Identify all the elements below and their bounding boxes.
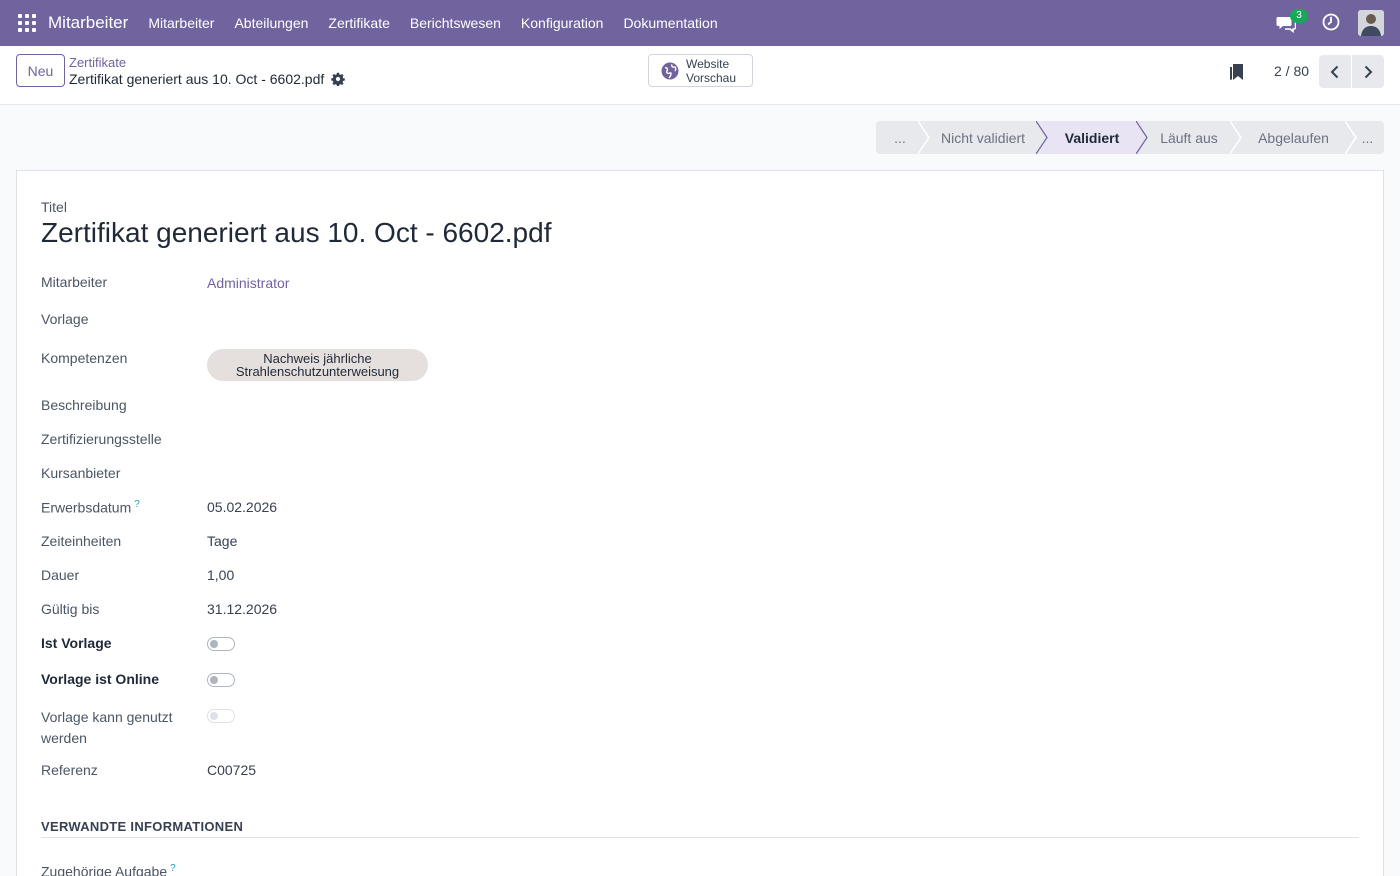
beschreibung-field[interactable] <box>207 397 507 415</box>
app-grid-icon[interactable] <box>18 14 36 32</box>
dauer-field[interactable]: 1,00 <box>207 567 234 583</box>
menu-mitarbeiter[interactable]: Mitarbeiter <box>138 15 224 31</box>
vorlage-online-toggle[interactable] <box>207 673 235 687</box>
status-bar: ... Nicht validiert Validiert Läuft aus … <box>876 121 1384 154</box>
vorlage-online-label: Vorlage ist Online <box>41 671 159 687</box>
status-stage-validiert[interactable]: Validiert <box>1042 121 1142 154</box>
zugehoerige-aufgabe-label: Zugehörige Aufgabe? <box>41 863 176 876</box>
help-tooltip-icon[interactable]: ? <box>134 499 140 510</box>
chevron-right-icon <box>1364 65 1373 78</box>
section-divider <box>41 837 1359 838</box>
help-tooltip-icon[interactable]: ? <box>170 863 176 874</box>
gear-icon[interactable] <box>331 72 346 86</box>
vorlage-genutzt-toggle <box>207 709 235 723</box>
bookmark-icon[interactable] <box>1229 63 1245 81</box>
website-preview-label: Website Vorschau <box>686 56 737 85</box>
title-field[interactable]: Zertifikat generiert aus 10. Oct - 6602.… <box>41 217 551 249</box>
pager-previous-button[interactable] <box>1319 55 1351 88</box>
referenz-label: Referenz <box>41 762 98 778</box>
ist-vorlage-label: Ist Vorlage <box>41 635 112 651</box>
main-menu: Mitarbeiter Abteilungen Zertifikate Beri… <box>138 15 727 31</box>
stage-separator <box>1230 121 1242 154</box>
stage-separator <box>1345 121 1357 154</box>
stage-separator <box>1036 121 1048 154</box>
status-stage-nicht-validiert[interactable]: Nicht validiert <box>924 121 1042 154</box>
activity-button[interactable] <box>1322 13 1342 33</box>
status-stage-abgelaufen[interactable]: Abgelaufen <box>1236 121 1351 154</box>
menu-berichtswesen[interactable]: Berichtswesen <box>400 15 511 31</box>
zeiteinheiten-field[interactable]: Tage <box>207 533 237 549</box>
clock-icon <box>1322 13 1340 31</box>
form-sheet: Titel Zertifikat generiert aus 10. Oct -… <box>16 170 1384 876</box>
menu-konfiguration[interactable]: Konfiguration <box>511 15 614 31</box>
beschreibung-label: Beschreibung <box>41 397 127 413</box>
erwerbsdatum-field[interactable]: 05.02.2026 <box>207 499 277 515</box>
website-preview-button[interactable]: Website Vorschau <box>648 54 753 87</box>
kursanbieter-label: Kursanbieter <box>41 465 121 481</box>
pager-value[interactable]: 2 / 80 <box>1274 63 1309 79</box>
dauer-label: Dauer <box>41 567 80 583</box>
messaging-button[interactable]: 3 <box>1276 9 1308 35</box>
mitarbeiter-label: Mitarbeiter <box>41 274 108 290</box>
status-stage-more-left[interactable]: ... <box>876 121 924 154</box>
stage-separator <box>1136 121 1148 154</box>
zertifizierungsstelle-field[interactable] <box>207 431 507 449</box>
menu-dokumentation[interactable]: Dokumentation <box>613 15 727 31</box>
section-title-verwandte-informationen: VERWANDTE INFORMATIONEN <box>41 819 244 834</box>
kursanbieter-field[interactable] <box>207 465 507 483</box>
title-label: Titel <box>41 199 67 215</box>
kompetenz-tag[interactable]: Nachweis jährliche Strahlenschutzunterwe… <box>207 349 428 381</box>
status-stage-laeuft-aus[interactable]: Läuft aus <box>1142 121 1236 154</box>
breadcrumb-current: Zertifikat generiert aus 10. Oct - 6602.… <box>69 71 346 87</box>
top-navbar: Mitarbeiter Mitarbeiter Abteilungen Zert… <box>0 0 1400 46</box>
menu-abteilungen[interactable]: Abteilungen <box>224 15 318 31</box>
gueltig-bis-label: Gültig bis <box>41 601 100 617</box>
stage-separator <box>918 121 930 154</box>
vorlage-field[interactable] <box>207 311 507 329</box>
new-button[interactable]: Neu <box>16 54 65 87</box>
chevron-left-icon <box>1330 65 1339 78</box>
globe-icon <box>661 62 679 79</box>
ist-vorlage-toggle[interactable] <box>207 637 235 651</box>
navbar-systray: 3 <box>1276 0 1400 46</box>
kompetenzen-label: Kompetenzen <box>41 350 128 366</box>
user-avatar[interactable] <box>1358 10 1384 36</box>
user-avatar-image <box>1358 10 1384 36</box>
menu-zertifikate[interactable]: Zertifikate <box>318 15 399 31</box>
pager-next-button[interactable] <box>1352 55 1384 88</box>
message-count-badge: 3 <box>1290 9 1308 23</box>
zeiteinheiten-label: Zeiteinheiten <box>41 533 122 549</box>
control-panel: Neu Zertifikate Zertifikat generiert aus… <box>0 46 1400 105</box>
referenz-field[interactable]: C00725 <box>207 762 256 778</box>
zertifizierungsstelle-label: Zertifizierungsstelle <box>41 431 162 447</box>
app-name[interactable]: Mitarbeiter <box>48 13 128 33</box>
vorlage-label: Vorlage <box>41 311 89 327</box>
breadcrumb-parent-link[interactable]: Zertifikate <box>69 55 126 70</box>
vorlage-genutzt-label: Vorlage kann genutzt werden <box>41 709 173 746</box>
erwerbsdatum-label: Erwerbsdatum? <box>41 499 140 516</box>
mitarbeiter-link[interactable]: Administrator <box>207 275 289 291</box>
record-name: Zertifikat generiert aus 10. Oct - 6602.… <box>69 71 325 87</box>
gueltig-bis-field[interactable]: 31.12.2026 <box>207 601 277 617</box>
